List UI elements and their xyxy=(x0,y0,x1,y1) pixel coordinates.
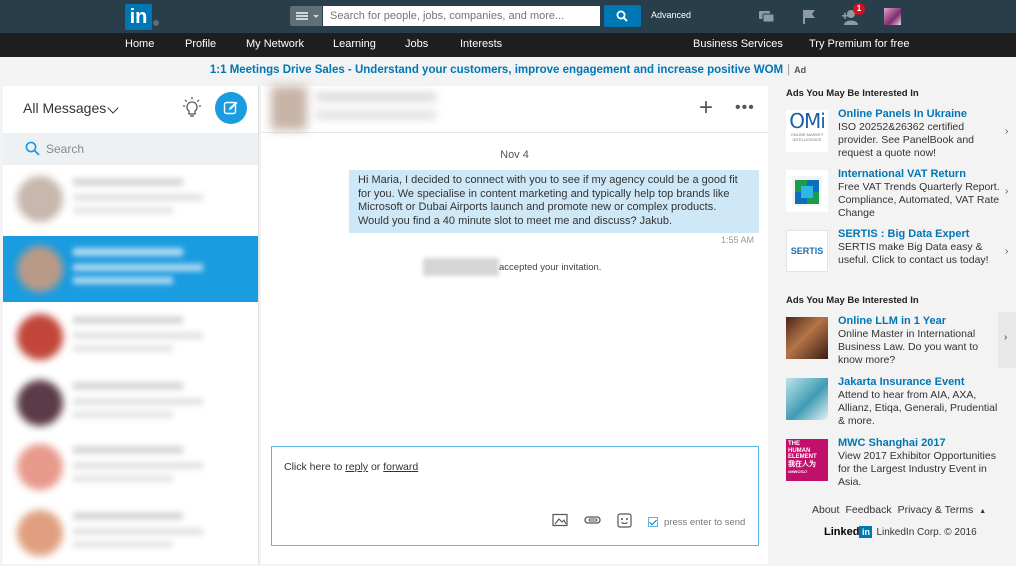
message-date: Nov 4 xyxy=(500,149,529,161)
ad-title[interactable]: Jakarta Insurance Event xyxy=(838,376,965,388)
compose-icon xyxy=(223,101,238,115)
messages-icon[interactable] xyxy=(758,8,776,26)
ad-title[interactable]: SERTIS : Big Data Expert xyxy=(838,228,969,240)
advanced-search-link[interactable]: Advanced xyxy=(651,10,691,20)
search-icon xyxy=(25,141,40,156)
footer-about[interactable]: About xyxy=(812,504,839,516)
image-attach-icon[interactable] xyxy=(552,513,568,527)
contact-avatar[interactable] xyxy=(271,86,307,130)
contact-name-blurred xyxy=(316,92,436,102)
ads-sidebar: Ads You May Be Interested In OMi ONLINE … xyxy=(774,86,1016,564)
flag-icon[interactable] xyxy=(800,8,818,26)
conversation-item[interactable] xyxy=(3,500,258,564)
conversation-search[interactable]: Search xyxy=(3,133,258,165)
ad-title[interactable]: International VAT Return xyxy=(838,168,966,180)
nav-business-services[interactable]: Business Services xyxy=(693,38,783,50)
linkedin-logo[interactable]: in xyxy=(125,4,152,30)
brand-wordmark: Linked xyxy=(824,526,860,538)
contact-headline-blurred xyxy=(316,110,436,120)
emoji-icon[interactable] xyxy=(617,513,632,528)
chevron-down-icon[interactable] xyxy=(107,102,119,114)
mwc-logo: THE HUMAN ELEMENT 我在人为 #MWCS17 xyxy=(786,439,828,481)
conversation-item[interactable] xyxy=(3,304,258,370)
ads-heading: Ads You May Be Interested In xyxy=(786,88,919,99)
conversation-panel: + ••• Nov 4 Hi Maria, I decided to conne… xyxy=(261,86,768,564)
reply-link[interactable]: reply xyxy=(345,461,368,473)
user-avatar[interactable] xyxy=(884,8,901,25)
all-messages-filter[interactable]: All Messages xyxy=(23,100,106,116)
message-timestamp: 1:55 AM xyxy=(721,235,755,245)
logo-dot xyxy=(153,20,159,26)
insurance-ad-image xyxy=(786,378,828,420)
chevron-right-icon: › xyxy=(1004,332,1008,343)
nav-bar: Home Profile My Network Learning Jobs In… xyxy=(0,33,1016,57)
message-bubble: Hi Maria, I decided to connect with you … xyxy=(349,170,759,233)
footer-links: About Feedback Privacy & Terms ▲ xyxy=(812,504,992,516)
vat-logo xyxy=(786,170,828,212)
ad-description: SERTIS make Big Data easy & useful. Clic… xyxy=(838,241,989,266)
ad-description: View 2017 Exhibitor Opportunities for th… xyxy=(838,450,996,488)
chevron-right-icon[interactable]: › xyxy=(1005,126,1008,137)
global-search-input[interactable] xyxy=(323,6,600,26)
nav-try-premium[interactable]: Try Premium for free xyxy=(809,38,909,50)
accepted-invitation-text: accepted your invitation. xyxy=(499,262,602,273)
conversation-item-selected[interactable] xyxy=(3,236,258,302)
messages-header: All Messages xyxy=(3,86,258,133)
nav-jobs[interactable]: Jobs xyxy=(405,38,428,50)
ad-title[interactable]: Online LLM in 1 Year xyxy=(838,315,946,327)
reply-prompt: Click here to reply or forward xyxy=(284,461,419,473)
forward-link[interactable]: forward xyxy=(383,461,418,473)
ad-title[interactable]: Online Panels In Ukraine xyxy=(838,108,967,120)
search-placeholder: Search xyxy=(46,142,85,156)
chevron-right-icon[interactable]: › xyxy=(1005,246,1008,257)
conversation-header: + ••• xyxy=(261,86,768,133)
nav-learning[interactable]: Learning xyxy=(333,38,376,50)
caret-up-icon[interactable]: ▲ xyxy=(979,508,986,515)
compose-message-button[interactable] xyxy=(215,92,247,124)
copyright: LinkedIn Corp. © 2016 xyxy=(876,527,977,538)
paperclip-icon[interactable] xyxy=(584,513,602,527)
sertis-logo: SERTIS xyxy=(786,230,828,272)
nav-my-network[interactable]: My Network xyxy=(246,38,304,50)
press-enter-label: press enter to send xyxy=(664,517,746,528)
promo-link[interactable]: 1:1 Meetings Drive Sales - Understand yo… xyxy=(210,64,783,76)
search-category-dropdown[interactable] xyxy=(290,6,322,26)
nav-interests[interactable]: Interests xyxy=(460,38,502,50)
footer-privacy-terms[interactable]: Privacy & Terms xyxy=(898,504,974,516)
conversation-item[interactable] xyxy=(3,434,258,500)
footer-brand: Linked in LinkedIn Corp. © 2016 xyxy=(824,526,977,538)
ads-heading: Ads You May Be Interested In xyxy=(786,295,919,306)
conversation-list-panel: All Messages Search xyxy=(3,86,259,564)
press-enter-checkbox[interactable] xyxy=(648,517,658,527)
ad-description: ISO 20252&26362 certified provider. See … xyxy=(838,121,975,159)
conversation-item[interactable] xyxy=(3,370,258,436)
promo-banner: 1:1 Meetings Drive Sales - Understand yo… xyxy=(209,64,807,76)
top-bar: in Advanced 1 xyxy=(0,0,1016,33)
lightbulb-icon[interactable] xyxy=(183,97,201,119)
chevron-right-icon[interactable]: › xyxy=(1005,186,1008,197)
ad-title[interactable]: MWC Shanghai 2017 xyxy=(838,437,946,449)
ads-carousel-next[interactable]: › xyxy=(998,312,1016,368)
add-participant-icon[interactable]: + xyxy=(699,96,713,120)
search-button[interactable] xyxy=(604,5,641,27)
more-options-icon[interactable]: ••• xyxy=(735,99,755,117)
ad-description: Free VAT Trends Quarterly Report. Compli… xyxy=(838,181,1000,219)
footer-feedback[interactable]: Feedback xyxy=(845,504,891,516)
accepted-name-blurred xyxy=(423,258,499,276)
reply-compose-box[interactable]: Click here to reply or forward press ent… xyxy=(271,446,759,546)
search-icon xyxy=(616,10,628,22)
nav-home[interactable]: Home xyxy=(125,38,154,50)
ad-description: Online Master in International Business … xyxy=(838,328,979,366)
nav-profile[interactable]: Profile xyxy=(185,38,216,50)
ad-label: Ad xyxy=(794,65,807,75)
llm-ad-image xyxy=(786,317,828,359)
omi-logo: OMi ONLINE MARKET INTELLIGENCE xyxy=(786,110,828,152)
conversation-item[interactable] xyxy=(3,166,258,232)
ad-description: Attend to hear from AIA, AXA, Allianz, E… xyxy=(838,389,998,427)
notification-badge: 1 xyxy=(853,3,865,15)
brand-in-logo: in xyxy=(859,526,873,538)
